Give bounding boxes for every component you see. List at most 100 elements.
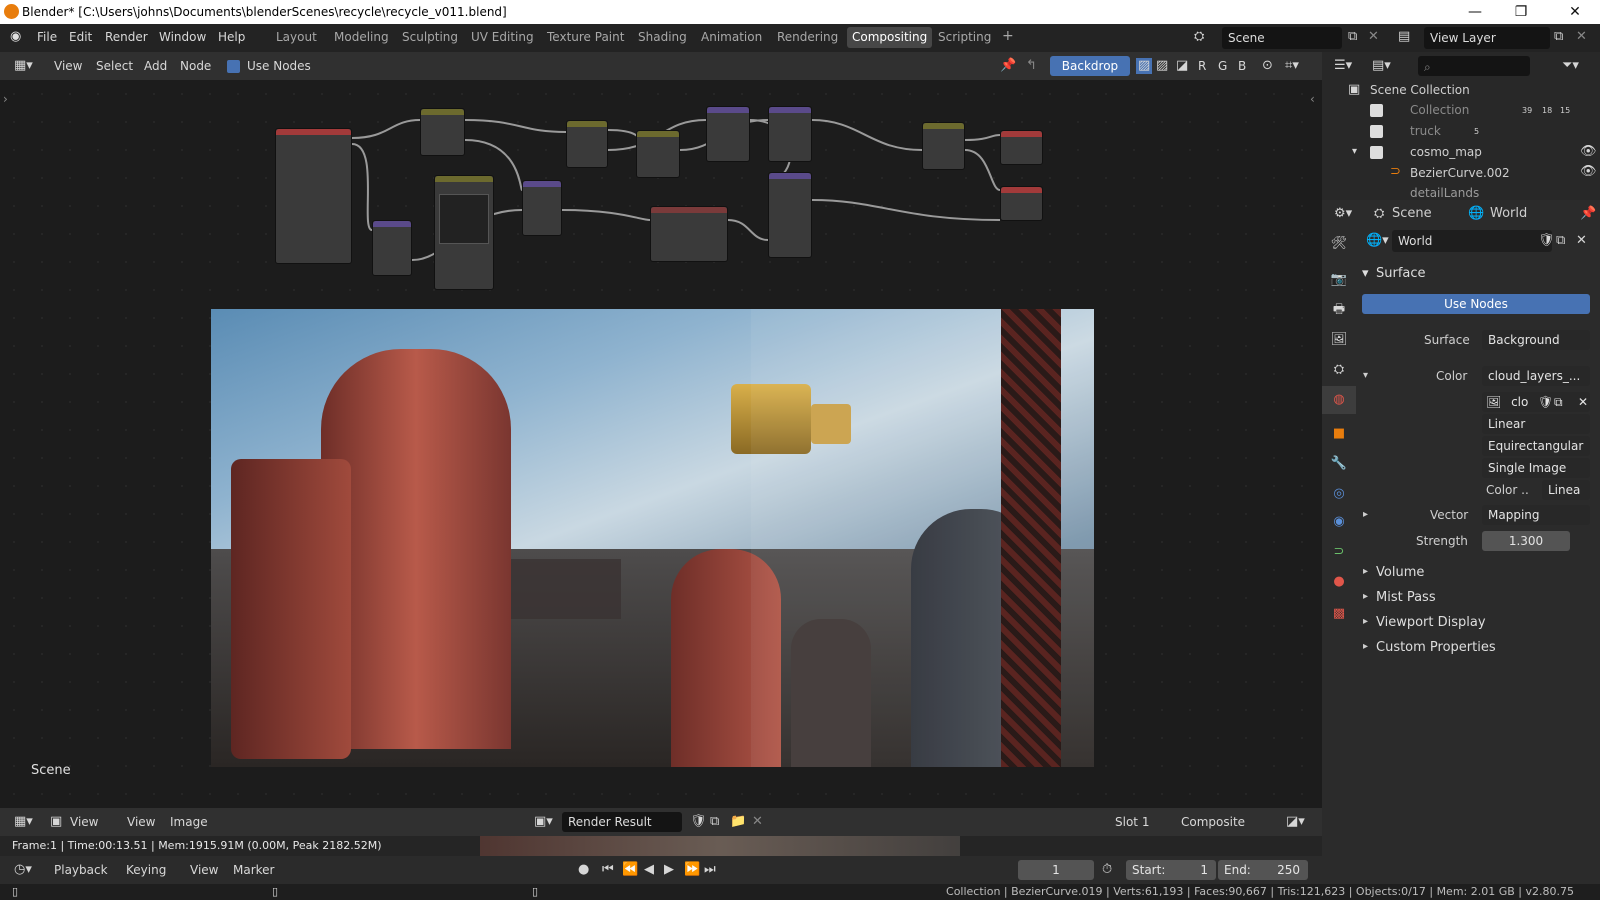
channel-b[interactable]: B — [1238, 59, 1246, 73]
image-unlink-icon[interactable]: ✕ — [1578, 392, 1588, 412]
color-texture-field[interactable]: cloud_layers_... — [1482, 366, 1590, 386]
pin-properties-icon[interactable]: 📌 — [1580, 206, 1596, 222]
scene-selector-icon[interactable]: ⛭ — [1194, 29, 1204, 45]
render-layers-node[interactable] — [275, 128, 352, 264]
surface-shader-field[interactable]: Background — [1482, 330, 1590, 350]
current-frame-field[interactable]: 1 — [1018, 860, 1094, 880]
modifier-tab-icon[interactable]: 🔧 — [1322, 450, 1356, 478]
new-scene-icon[interactable]: ⧉ — [1348, 29, 1357, 45]
close-button[interactable]: ✕ — [1552, 0, 1598, 24]
colorspace-dropdown[interactable]: Linea — [1542, 480, 1590, 500]
display-mode-icon[interactable]: ▤▾ — [1372, 58, 1391, 74]
jump-start-icon[interactable]: ⏮ — [602, 862, 614, 878]
world-name-field[interactable]: World — [1392, 230, 1552, 252]
physics-tab-icon[interactable]: ◉ — [1322, 508, 1356, 536]
timeline-view[interactable]: View — [190, 863, 218, 877]
menu-render[interactable]: Render — [105, 30, 148, 44]
use-nodes-checkbox[interactable] — [227, 60, 240, 73]
composite-dropdown[interactable]: Composite — [1181, 815, 1245, 829]
node-ellipse-mask[interactable] — [650, 206, 728, 262]
node-rgb-curves[interactable] — [434, 175, 494, 290]
split-viewer-node[interactable] — [1000, 186, 1043, 221]
node-blur[interactable] — [768, 172, 812, 258]
node-menu-node[interactable]: Node — [180, 59, 211, 73]
node-menu-select[interactable]: Select — [96, 59, 133, 73]
strength-field[interactable]: 1.300 — [1482, 531, 1570, 551]
maximize-button[interactable]: ❐ — [1498, 0, 1544, 24]
viewport-display-expand-icon[interactable]: ▸ — [1363, 616, 1368, 627]
open-image-icon[interactable]: 📁 — [730, 814, 746, 830]
parent-node-icon[interactable]: ↰ — [1026, 58, 1037, 74]
menu-edit[interactable]: Edit — [69, 30, 92, 44]
node-menu-add[interactable]: Add — [144, 59, 167, 73]
image-editor-type-icon[interactable]: ▦▾ — [14, 814, 33, 830]
use-nodes-button[interactable]: Use Nodes — [1362, 294, 1590, 314]
outliner-item-collection[interactable]: Collection — [1410, 103, 1469, 117]
vector-input-field[interactable]: Mapping — [1482, 505, 1590, 525]
tool-tab-icon[interactable]: 🛠 — [1322, 230, 1356, 258]
sidebar-expand-icon[interactable]: ‹ — [1310, 92, 1315, 106]
menu-file[interactable]: File — [37, 30, 57, 44]
start-frame-field[interactable]: Start: 1 — [1126, 860, 1216, 880]
image-view-dropdown[interactable]: View — [70, 815, 98, 829]
color-expand-icon[interactable]: ▾ — [1363, 370, 1368, 381]
timeline-playback[interactable]: Playback — [54, 863, 108, 877]
data-tab-icon[interactable]: ⊃ — [1322, 538, 1356, 566]
view-layer-tab-icon[interactable]: 🖼 — [1322, 326, 1356, 354]
snap-mode-icon[interactable]: ⌗▾ — [1285, 58, 1299, 74]
custom-properties-panel-header[interactable]: Custom Properties — [1376, 640, 1496, 655]
tab-shading[interactable]: Shading — [638, 30, 687, 44]
view-mode-icon[interactable]: ▣ — [50, 814, 62, 830]
node-map-range[interactable] — [372, 220, 412, 276]
outliner-editor-icon[interactable]: ☰▾ — [1334, 58, 1352, 74]
blender-menu-icon[interactable]: ◉ — [10, 29, 21, 45]
remove-view-layer-icon[interactable]: ✕ — [1576, 29, 1587, 45]
surface-panel-expand-icon[interactable]: ▾ — [1362, 266, 1369, 281]
volume-panel-header[interactable]: Volume — [1376, 565, 1424, 580]
tab-modeling[interactable]: Modeling — [334, 30, 389, 44]
material-tab-icon[interactable]: ● — [1322, 568, 1356, 596]
collection-checkbox[interactable] — [1370, 104, 1383, 117]
image-icon[interactable]: 🖼 — [1486, 395, 1501, 409]
image-menu-view[interactable]: View — [127, 815, 155, 829]
object-tab-icon[interactable]: ■ — [1322, 420, 1356, 448]
world-tab-icon[interactable]: ◍ — [1322, 386, 1356, 414]
surface-panel-header[interactable]: Surface — [1376, 266, 1426, 281]
particles-tab-icon[interactable]: ◎ — [1322, 480, 1356, 508]
minimize-button[interactable]: — — [1452, 0, 1498, 24]
snap-icon[interactable]: ⊙ — [1262, 58, 1273, 74]
timeline-keying[interactable]: Keying — [126, 863, 166, 877]
output-tab-icon[interactable]: 🖶 — [1322, 296, 1356, 324]
timeline-marker[interactable]: Marker — [233, 863, 274, 877]
node-mix-2[interactable] — [922, 122, 965, 170]
image-source-dropdown[interactable]: Single Image — [1482, 458, 1590, 478]
channel-g[interactable]: G — [1218, 59, 1227, 73]
play-icon[interactable]: ▶ — [664, 862, 674, 878]
display-channels-icon[interactable]: ◪▾ — [1286, 814, 1305, 830]
node-lens-distortion[interactable] — [768, 106, 812, 162]
tab-rendering[interactable]: Rendering — [777, 30, 838, 44]
unlink-image-icon[interactable]: ✕ — [752, 814, 763, 830]
world-unlink-icon[interactable]: ✕ — [1576, 233, 1587, 249]
new-image-icon[interactable]: ⧉ — [710, 814, 719, 830]
remove-scene-icon[interactable]: ✕ — [1368, 29, 1379, 45]
breadcrumb-world[interactable]: World — [1490, 206, 1527, 221]
image-new-icon[interactable]: ⧉ — [1554, 392, 1563, 412]
timeline-editor-icon[interactable]: ◷▾ — [14, 862, 32, 878]
next-keyframe-icon[interactable]: ⏩ — [684, 862, 700, 878]
outliner-item-truck[interactable]: truck — [1410, 124, 1441, 138]
viewport-display-panel-header[interactable]: Viewport Display — [1376, 615, 1486, 630]
tab-texture-paint[interactable]: Texture Paint — [547, 30, 624, 44]
outliner-item-detaillands[interactable]: detailLands — [1410, 186, 1479, 200]
prev-keyframe-icon[interactable]: ⏪ — [622, 862, 638, 878]
projection-dropdown[interactable]: Equirectangular — [1482, 436, 1590, 456]
composite-node[interactable] — [1000, 130, 1043, 165]
jump-end-icon[interactable]: ⏭ — [704, 862, 716, 878]
image-name-field[interactable]: clo — [1511, 395, 1528, 409]
cosmo-map-checkbox[interactable] — [1370, 146, 1383, 159]
toolbar-expand-icon[interactable]: › — [3, 92, 8, 106]
outliner-item-beziercurve[interactable]: BezierCurve.002 — [1410, 166, 1510, 180]
backdrop-rgba-icon[interactable]: ◪ — [1176, 58, 1188, 74]
node-gamma[interactable] — [636, 130, 680, 178]
view-layer-field[interactable]: View Layer — [1424, 27, 1550, 49]
